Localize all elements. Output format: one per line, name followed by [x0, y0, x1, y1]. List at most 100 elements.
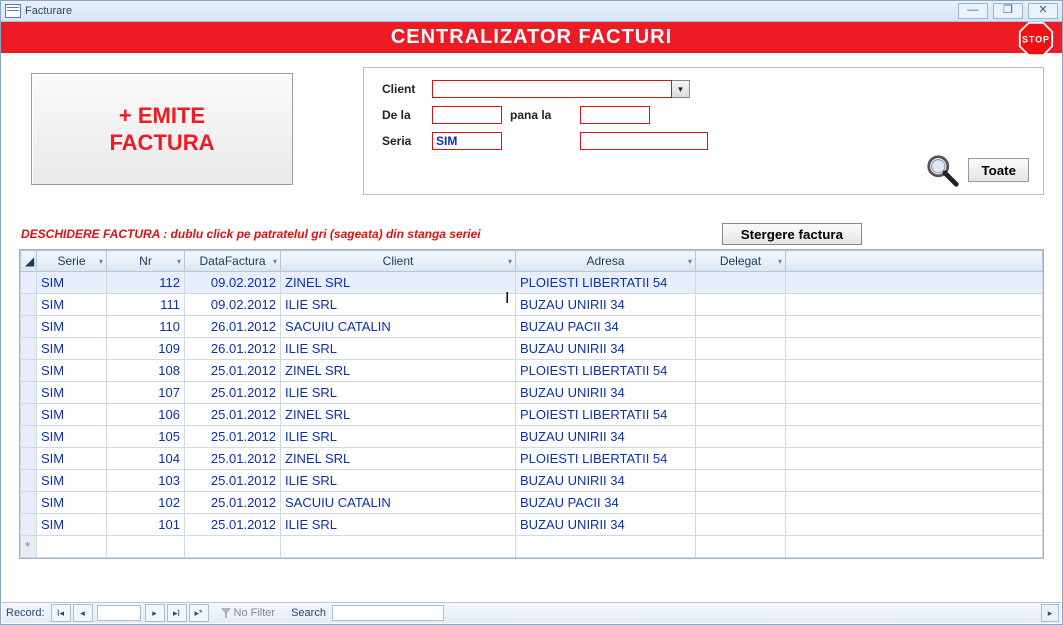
cell-data[interactable]: 25.01.2012	[185, 492, 281, 514]
cell-data[interactable]: 25.01.2012	[185, 404, 281, 426]
nav-last-button[interactable]: ▸I	[167, 604, 187, 622]
new-record-row[interactable]: *	[21, 536, 1043, 558]
cell-serie[interactable]: SIM	[37, 448, 107, 470]
emite-factura-button[interactable]: + EMITE FACTURA	[31, 73, 293, 185]
cell-adresa[interactable]: PLOIESTI LIBERTATII 54	[516, 448, 696, 470]
cell-delegat[interactable]	[696, 316, 786, 338]
delete-invoice-button[interactable]: Stergere factura	[722, 223, 862, 245]
cell-nr[interactable]: 109	[107, 338, 185, 360]
cell-nr[interactable]: 107	[107, 382, 185, 404]
row-handle[interactable]	[21, 338, 37, 360]
cell-adresa[interactable]: BUZAU UNIRII 34	[516, 382, 696, 404]
cell-serie[interactable]: SIM	[37, 360, 107, 382]
cell-nr[interactable]: 112	[107, 272, 185, 294]
cell-client[interactable]: ILIE SRL	[281, 426, 516, 448]
cell-client[interactable]: ZINEL SRL	[281, 448, 516, 470]
nav-first-button[interactable]: I◂	[51, 604, 71, 622]
table-row[interactable]: SIM10625.01.2012ZINEL SRLPLOIESTI LIBERT…	[21, 404, 1043, 426]
cell-serie[interactable]: SIM	[37, 382, 107, 404]
cell-adresa[interactable]: BUZAU UNIRII 34	[516, 426, 696, 448]
cell-adresa[interactable]: BUZAU UNIRII 34	[516, 470, 696, 492]
row-handle[interactable]	[21, 382, 37, 404]
restore-button[interactable]: ❐	[993, 3, 1023, 19]
cell-data[interactable]: 25.01.2012	[185, 448, 281, 470]
no-filter-indicator[interactable]: No Filter	[221, 607, 276, 619]
cell-data[interactable]: 25.01.2012	[185, 470, 281, 492]
nav-prev-button[interactable]: ◂	[73, 604, 93, 622]
cell-adresa[interactable]: PLOIESTI LIBERTATII 54	[516, 272, 696, 294]
cell-client[interactable]: ILIE SRL	[281, 514, 516, 536]
table-row[interactable]: SIM11109.02.2012ILIE SRLBUZAU UNIRII 34	[21, 294, 1043, 316]
cell-client[interactable]: ZINEL SRL	[281, 404, 516, 426]
cell-delegat[interactable]	[696, 360, 786, 382]
cell-serie[interactable]: SIM	[37, 294, 107, 316]
cell-adresa[interactable]: PLOIESTI LIBERTATII 54	[516, 404, 696, 426]
table-row[interactable]: SIM10425.01.2012ZINEL SRLPLOIESTI LIBERT…	[21, 448, 1043, 470]
cell-delegat[interactable]	[696, 492, 786, 514]
col-data[interactable]: DataFactura▾	[185, 251, 281, 272]
row-handle[interactable]	[21, 316, 37, 338]
table-row[interactable]: SIM11026.01.2012SACUIU CATALINBUZAU PACI…	[21, 316, 1043, 338]
table-row[interactable]: SIM10325.01.2012ILIE SRLBUZAU UNIRII 34	[21, 470, 1043, 492]
cell-adresa[interactable]: BUZAU UNIRII 34	[516, 514, 696, 536]
col-serie[interactable]: Serie▾	[37, 251, 107, 272]
cell-serie[interactable]: SIM	[37, 338, 107, 360]
minimize-button[interactable]: —	[958, 3, 988, 19]
cell-nr[interactable]: 108	[107, 360, 185, 382]
table-row[interactable]: SIM10926.01.2012ILIE SRLBUZAU UNIRII 34	[21, 338, 1043, 360]
cell-data[interactable]: 26.01.2012	[185, 316, 281, 338]
row-handle[interactable]	[21, 448, 37, 470]
row-handle[interactable]	[21, 360, 37, 382]
client-select[interactable]	[432, 80, 672, 98]
cell-delegat[interactable]	[696, 404, 786, 426]
cell-delegat[interactable]	[696, 448, 786, 470]
nav-next-button[interactable]: ▸	[145, 604, 165, 622]
close-button[interactable]: ✕	[1028, 3, 1058, 19]
row-handle[interactable]	[21, 426, 37, 448]
cell-serie[interactable]: SIM	[37, 426, 107, 448]
dela-input[interactable]	[432, 106, 502, 124]
cell-delegat[interactable]	[696, 514, 786, 536]
table-row[interactable]: SIM10225.01.2012SACUIU CATALINBUZAU PACI…	[21, 492, 1043, 514]
cell-nr[interactable]: 104	[107, 448, 185, 470]
col-client[interactable]: Client▾	[281, 251, 516, 272]
search-icon[interactable]	[924, 152, 962, 190]
cell-delegat[interactable]	[696, 338, 786, 360]
row-handle[interactable]	[21, 514, 37, 536]
cell-delegat[interactable]	[696, 470, 786, 492]
cell-client[interactable]: ILIE SRL	[281, 294, 516, 316]
col-adresa[interactable]: Adresa▾	[516, 251, 696, 272]
cell-serie[interactable]: SIM	[37, 492, 107, 514]
seria-input[interactable]: SIM	[432, 132, 502, 150]
cell-serie[interactable]: SIM	[37, 470, 107, 492]
col-nr[interactable]: Nr▾	[107, 251, 185, 272]
cell-data[interactable]: 25.01.2012	[185, 382, 281, 404]
cell-serie[interactable]: SIM	[37, 272, 107, 294]
seria2-input[interactable]	[580, 132, 708, 150]
cell-nr[interactable]: 103	[107, 470, 185, 492]
cell-delegat[interactable]	[696, 272, 786, 294]
cell-client[interactable]: SACUIU CATALIN	[281, 316, 516, 338]
cell-adresa[interactable]: BUZAU UNIRII 34	[516, 294, 696, 316]
toate-button[interactable]: Toate	[968, 158, 1029, 182]
stop-button[interactable]: STOP	[1018, 21, 1054, 57]
row-handle[interactable]	[21, 492, 37, 514]
cell-adresa[interactable]: BUZAU UNIRII 34	[516, 338, 696, 360]
cell-data[interactable]: 09.02.2012	[185, 272, 281, 294]
cell-nr[interactable]: 110	[107, 316, 185, 338]
cell-client[interactable]: SACUIU CATALIN	[281, 492, 516, 514]
cell-data[interactable]: 25.01.2012	[185, 514, 281, 536]
cell-client[interactable]: ILIE SRL	[281, 338, 516, 360]
client-dropdown-button[interactable]: ▼	[672, 80, 690, 98]
cell-client[interactable]: ZINEL SRL	[281, 272, 516, 294]
cell-adresa[interactable]: BUZAU PACII 34	[516, 492, 696, 514]
cell-nr[interactable]: 105	[107, 426, 185, 448]
cell-data[interactable]: 25.01.2012	[185, 360, 281, 382]
col-delegat[interactable]: Delegat▾	[696, 251, 786, 272]
cell-adresa[interactable]: BUZAU PACII 34	[516, 316, 696, 338]
cell-serie[interactable]: SIM	[37, 404, 107, 426]
table-row[interactable]: SIM10125.01.2012ILIE SRLBUZAU UNIRII 34	[21, 514, 1043, 536]
search-input[interactable]	[332, 605, 444, 621]
row-handle[interactable]	[21, 272, 37, 294]
cell-client[interactable]: ZINEL SRL	[281, 360, 516, 382]
